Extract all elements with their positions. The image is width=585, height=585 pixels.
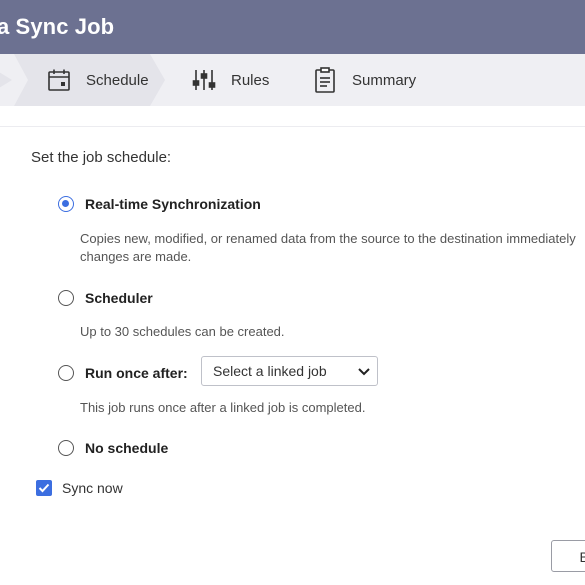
- calendar-icon: [46, 67, 72, 93]
- scheduler-description: Up to 30 schedules can be created.: [80, 324, 285, 339]
- step-schedule[interactable]: Schedule: [46, 54, 149, 106]
- back-button[interactable]: Ba: [551, 540, 585, 572]
- realtime-sync-radio[interactable]: [58, 196, 74, 212]
- previous-step-chevron: [0, 54, 12, 106]
- wizard-step-bar: Schedule Rules Summary: [0, 54, 585, 107]
- step-summary[interactable]: Summary: [312, 54, 416, 106]
- page-heading: Set the job schedule:: [31, 149, 172, 166]
- chevron-down-icon: [351, 367, 377, 376]
- run-once-after-description: This job runs once after a linked job is…: [80, 400, 366, 415]
- realtime-sync-label[interactable]: Real-time Synchronization: [85, 196, 261, 212]
- scheduler-radio[interactable]: [58, 290, 74, 306]
- sync-now-checkbox[interactable]: [36, 480, 52, 496]
- content-top-spacer: [0, 106, 585, 126]
- linked-job-select[interactable]: Select a linked job: [201, 356, 378, 386]
- dialog-footer: Ba: [0, 518, 585, 585]
- no-schedule-label[interactable]: No schedule: [85, 440, 168, 456]
- run-once-after-label[interactable]: Run once after:: [85, 365, 188, 381]
- run-once-after-radio[interactable]: [58, 365, 74, 381]
- window-titlebar: a Sync Job: [0, 0, 585, 54]
- sliders-icon: [191, 67, 217, 93]
- scheduler-label[interactable]: Scheduler: [85, 290, 153, 306]
- realtime-sync-description-line2: changes are made.: [80, 249, 192, 264]
- realtime-sync-description-line1: Copies new, modified, or renamed data fr…: [80, 231, 576, 246]
- schedule-panel: Set the job schedule: Real-time Synchron…: [0, 126, 585, 520]
- linked-job-select-value: Select a linked job: [213, 363, 327, 379]
- step-rules[interactable]: Rules: [191, 54, 269, 106]
- step-label-schedule: Schedule: [86, 71, 149, 89]
- clipboard-icon: [312, 67, 338, 93]
- sync-now-label[interactable]: Sync now: [62, 480, 123, 496]
- step-label-summary: Summary: [352, 71, 417, 89]
- no-schedule-radio[interactable]: [58, 440, 74, 456]
- step-label-rules: Rules: [231, 71, 270, 89]
- window-title: a Sync Job: [0, 14, 115, 39]
